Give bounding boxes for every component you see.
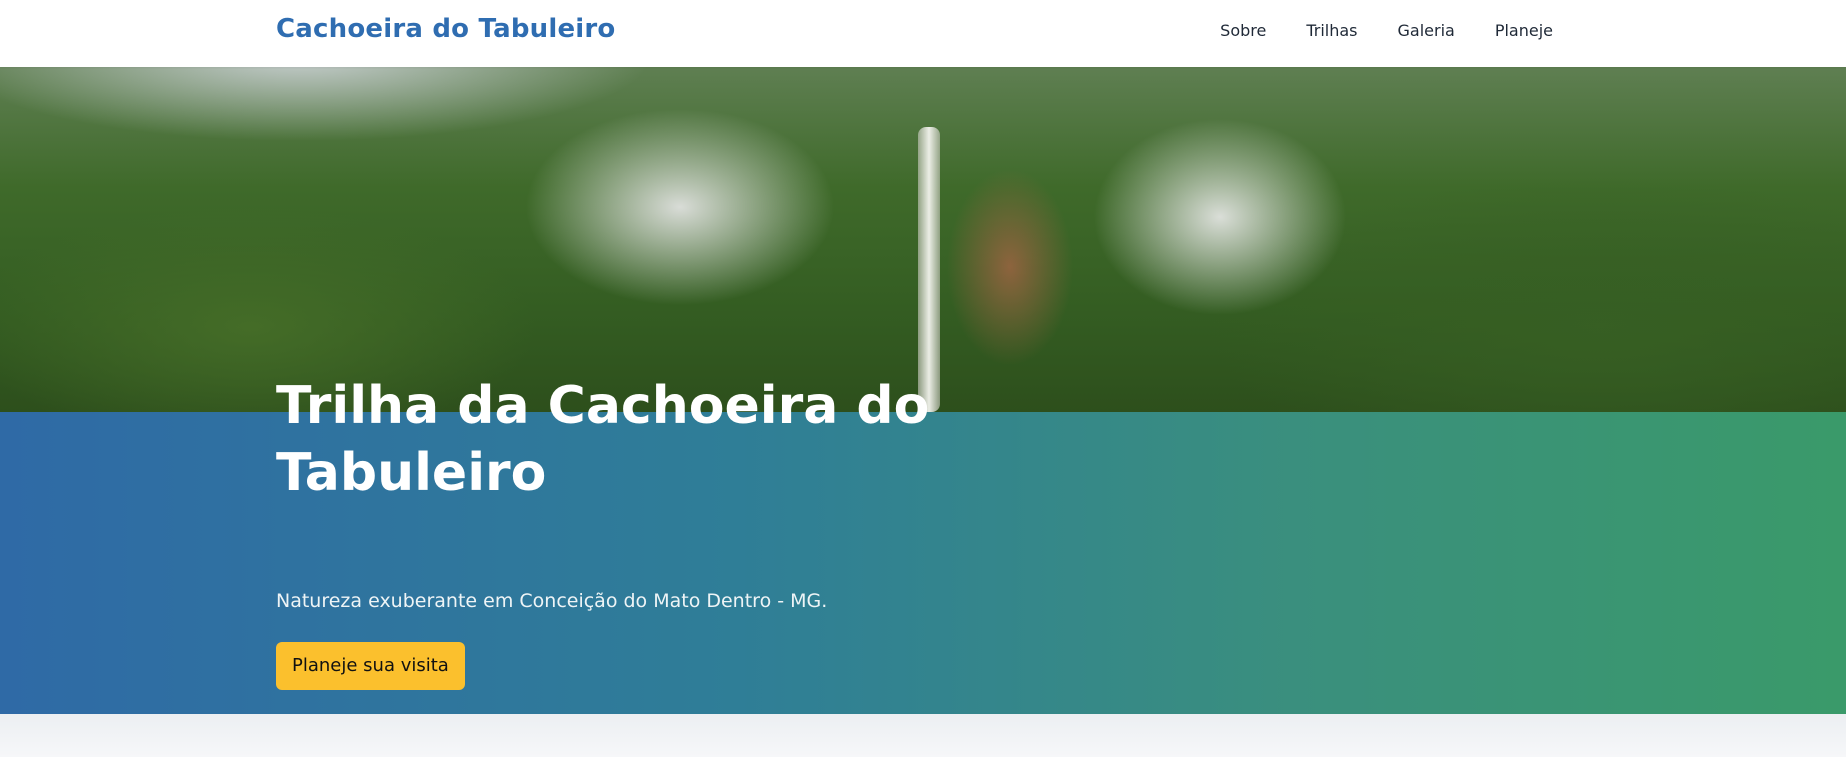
waterfall-stream [918, 127, 940, 412]
content-area-top [0, 714, 1846, 757]
nav-item-sobre: Sobre [1220, 21, 1266, 40]
nav-link-trilhas[interactable]: Trilhas [1306, 21, 1357, 40]
nav-item-galeria: Galeria [1398, 21, 1455, 40]
hero-title: Trilha da Cachoeira do Tabuleiro [276, 376, 930, 503]
nav-link-sobre[interactable]: Sobre [1220, 21, 1266, 40]
hero-subtitle: Natureza exuberante em Conceição do Mato… [276, 590, 828, 612]
main-nav: Sobre Trilhas Galeria Planeje [1220, 21, 1553, 40]
nav-item-planeje: Planeje [1495, 21, 1553, 40]
hero-waterfall-image [0, 67, 1846, 412]
brand-logo-link[interactable]: Cachoeira do Tabuleiro [276, 14, 616, 44]
top-navigation-bar: Cachoeira do Tabuleiro Sobre Trilhas Gal… [0, 0, 1846, 67]
nav-item-trilhas: Trilhas [1306, 21, 1357, 40]
plan-visit-button[interactable]: Planeje sua visita [276, 642, 465, 690]
nav-link-galeria[interactable]: Galeria [1398, 21, 1455, 40]
nav-link-planeje[interactable]: Planeje [1495, 21, 1553, 40]
page: Cachoeira do Tabuleiro Sobre Trilhas Gal… [0, 0, 1846, 757]
